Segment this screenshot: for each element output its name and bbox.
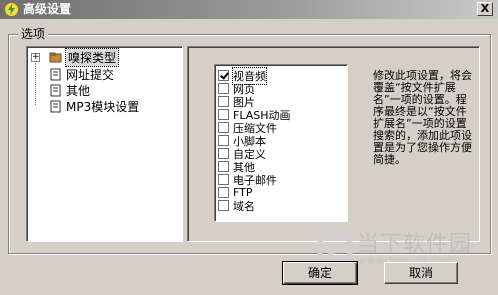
- option-email[interactable]: 电子邮件: [218, 173, 277, 187]
- checkbox[interactable]: [218, 200, 229, 211]
- tree-item-url-submit[interactable]: 网址提交: [49, 66, 114, 82]
- option-domain[interactable]: 域名: [218, 199, 255, 213]
- checkbox[interactable]: [218, 83, 229, 94]
- checkbox[interactable]: [218, 70, 229, 81]
- tree-item-mp3-settings[interactable]: MP3模块设置: [49, 98, 139, 114]
- document-icon: [50, 68, 61, 80]
- ok-button[interactable]: 确定: [282, 261, 358, 285]
- checkbox[interactable]: [218, 148, 229, 159]
- tree-item-label: MP3模块设置: [66, 99, 140, 114]
- group-label: 选项: [18, 27, 49, 41]
- tree-item-sniff-type[interactable]: 嗅探类型: [49, 47, 120, 67]
- category-tree[interactable]: + 嗅探类型 网址提交 其他 MP3模块设置: [26, 46, 183, 242]
- option-description: 修改此项设置，将会覆盖“按文件扩展名”一项的设置。程序最终是以“按文件扩展名”一…: [373, 69, 472, 166]
- title-bar[interactable]: 高级设置 X: [0, 0, 498, 19]
- close-button[interactable]: X: [477, 2, 493, 16]
- tree-item-other[interactable]: 其他: [49, 82, 90, 98]
- tree-item-label: 网址提交: [66, 67, 115, 82]
- app-logo-icon: [4, 2, 19, 17]
- option-label: 域名: [233, 199, 255, 213]
- document-icon: [50, 100, 61, 112]
- checkbox[interactable]: [218, 161, 229, 172]
- checkbox[interactable]: [218, 109, 229, 120]
- checkbox[interactable]: [218, 96, 229, 107]
- checkbox[interactable]: [218, 122, 229, 133]
- folder-icon: [49, 52, 62, 62]
- checkbox[interactable]: [218, 187, 229, 198]
- tree-expander[interactable]: +: [31, 53, 40, 62]
- document-icon: [50, 84, 61, 96]
- cancel-button[interactable]: 取消: [384, 262, 458, 284]
- checkbox[interactable]: [218, 135, 229, 146]
- window-title: 高级设置: [23, 2, 72, 16]
- tree-connector-line: [35, 63, 36, 105]
- tree-item-label: 其他: [66, 83, 91, 98]
- tree-item-label: 嗅探类型: [64, 47, 120, 67]
- checkbox[interactable]: [218, 174, 229, 185]
- file-type-checklist[interactable]: 视音频 网页 图片 FLASH动画 压缩文件 小脚本 自定义 其他 电子邮件 F…: [214, 64, 348, 222]
